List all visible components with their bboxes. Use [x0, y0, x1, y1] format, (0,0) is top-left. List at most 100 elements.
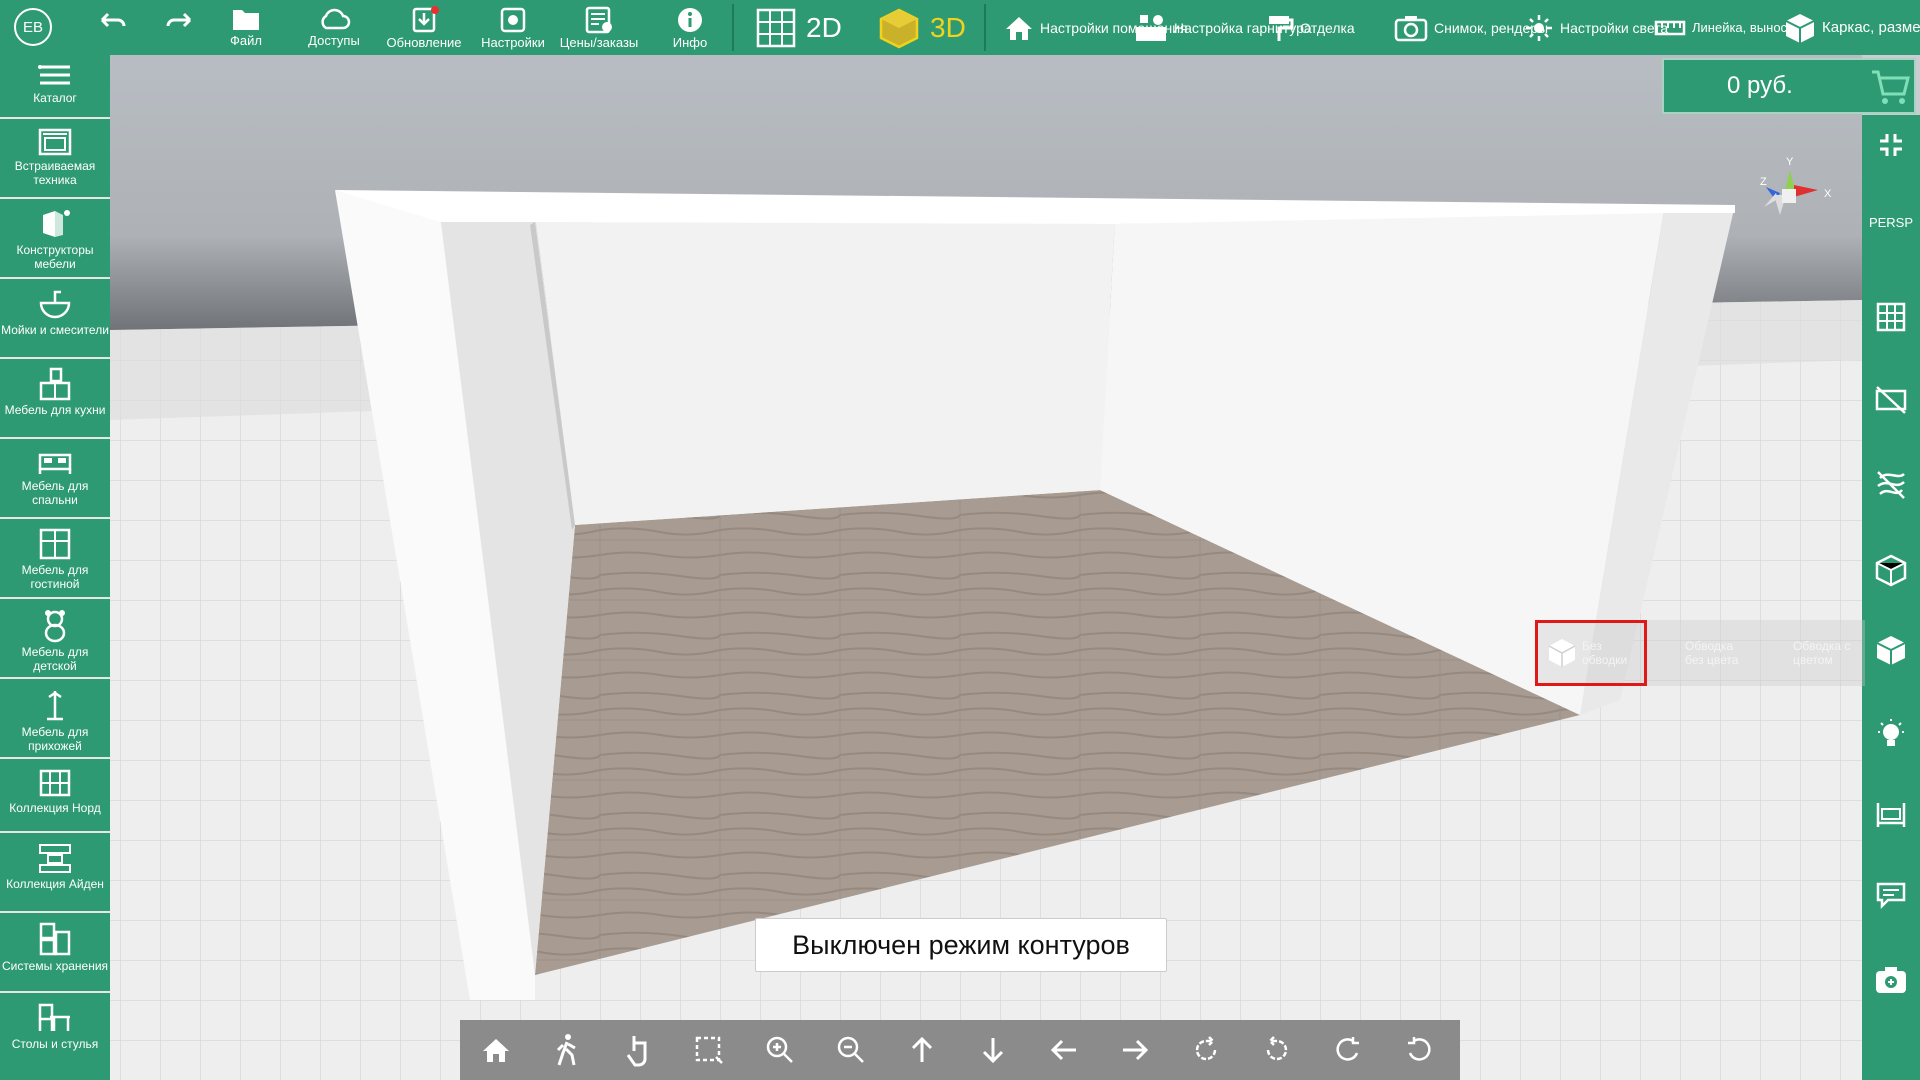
shopping-cart-icon — [1872, 70, 1910, 104]
outline-none-option[interactable]: Без обводки — [1535, 620, 1647, 686]
toolbar-divider — [984, 4, 986, 51]
walk-mode-button[interactable] — [531, 1020, 602, 1080]
box-select-button[interactable] — [673, 1020, 744, 1080]
zoom-out-button[interactable] — [815, 1020, 886, 1080]
redo-icon — [166, 12, 192, 28]
tilt-up-button[interactable] — [1312, 1020, 1383, 1080]
tilt-down-button[interactable] — [1383, 1020, 1454, 1080]
home-view-button[interactable] — [460, 1020, 531, 1080]
hand-pointer-icon — [626, 1036, 646, 1067]
teddy-bear-icon — [44, 610, 66, 643]
sidebar-item-furniture-builders[interactable]: Конструкторы мебели — [0, 201, 110, 279]
pan-hand-button[interactable] — [602, 1020, 673, 1080]
screenshot-button[interactable] — [1862, 950, 1920, 1010]
wireframe-toggle-button[interactable] — [1862, 540, 1920, 600]
move-down-button[interactable] — [957, 1020, 1028, 1080]
wardrobe-icon — [39, 528, 71, 560]
top-toolbar: EB Файл Доступы Обновление Настройки Цен… — [0, 0, 1920, 55]
status-toast: Выключен режим контуров — [755, 918, 1167, 972]
info-button[interactable]: Инфо — [668, 0, 712, 55]
sidebar-item-label: Столы и стулья — [11, 1037, 99, 1051]
sidebar-item-tables-chairs[interactable]: Столы и стулья — [0, 995, 110, 1080]
outline-no-color-option[interactable]: Обводка без цвета — [1685, 620, 1775, 686]
frame-dimensions-button[interactable]: Каркас, размеры — [1784, 0, 1920, 55]
textures-toggle-button[interactable] — [1862, 455, 1920, 515]
move-right-button[interactable] — [1099, 1020, 1170, 1080]
dashed-select-icon — [695, 1036, 723, 1064]
collapse-view-button[interactable] — [1862, 115, 1920, 175]
measure-sofa-icon — [1876, 803, 1906, 827]
rotate-clockwise-icon — [1195, 1036, 1216, 1061]
outline-mode-button[interactable] — [1862, 620, 1920, 680]
hide-wall-icon — [1875, 386, 1907, 414]
sidebar-item-label: Коллекция Айден — [6, 877, 104, 891]
sidebar-item-appliances[interactable]: Встраиваемая техника — [0, 121, 110, 199]
dimensions-toggle-button[interactable] — [1862, 785, 1920, 845]
sidebar-item-living-room-furniture[interactable]: Мебель для гостиной — [0, 521, 110, 599]
move-up-button[interactable] — [886, 1020, 957, 1080]
gizmo-z-label: Z — [1760, 176, 1767, 188]
access-label: Доступы — [308, 33, 360, 48]
access-button[interactable]: Доступы — [298, 0, 370, 55]
furniture-settings-button[interactable]: Настройка гарнитура — [1134, 0, 1312, 55]
outline-with-color-label: Обводка с цветом — [1793, 639, 1851, 667]
sidebar-item-hallway-furniture[interactable]: Мебель для прихожей — [0, 681, 110, 759]
rotate-cw-button[interactable] — [1170, 1020, 1241, 1080]
light-settings-button[interactable]: Настройки света — [1524, 0, 1669, 55]
sidebar-item-kids-furniture[interactable]: Мебель для детской — [0, 601, 110, 679]
update-button[interactable]: Обновление — [382, 0, 466, 55]
zoom-out-icon — [837, 1036, 864, 1063]
user-avatar[interactable]: EB — [14, 8, 52, 46]
outline-with-color-option[interactable]: Обводка с цветом — [1793, 620, 1863, 686]
axis-gizmo[interactable]: Y X Z — [1720, 135, 1840, 255]
light-settings-label: Настройки света — [1560, 19, 1669, 36]
snapshot-renders-button[interactable]: Снимок, рендеры — [1394, 0, 1548, 55]
table-chair-icon — [38, 1003, 70, 1031]
list-menu-icon — [38, 65, 70, 85]
zoom-in-button[interactable] — [744, 1020, 815, 1080]
sidebar-item-sinks[interactable]: Мойки и смесители — [0, 281, 110, 359]
storage-shelves-icon — [39, 922, 71, 956]
lighting-toggle-button[interactable] — [1862, 705, 1920, 765]
sidebar-item-label: Мойки и смесители — [1, 323, 109, 337]
sidebar-item-kitchen-furniture[interactable]: Мебель для кухни — [0, 361, 110, 439]
hide-walls-button[interactable] — [1862, 370, 1920, 430]
finishing-button[interactable]: Отделка — [1266, 0, 1355, 55]
persp-label: PERSP — [1868, 214, 1914, 230]
sidebar-item-bedroom-furniture[interactable]: Мебель для спальни — [0, 441, 110, 519]
prices-label: Цены/заказы — [559, 35, 639, 50]
mode-2d-button[interactable]: 2D — [756, 0, 842, 55]
file-button[interactable]: Файл — [220, 0, 272, 55]
box-frame-icon — [1785, 13, 1815, 43]
sidebar-item-aiden-collection[interactable]: Коллекция Айден — [0, 835, 110, 913]
solid-cube-icon — [1876, 636, 1906, 665]
sidebar-item-nord-collection[interactable]: Коллекция Норд — [0, 761, 110, 833]
rotate-ccw-button[interactable] — [1241, 1020, 1312, 1080]
ruler-icon — [1654, 20, 1686, 35]
room-settings-button[interactable]: Настройки помещения — [1004, 0, 1188, 55]
cube-3d-icon — [879, 8, 919, 48]
arrow-right-icon — [1122, 1039, 1148, 1061]
paint-roller-icon — [1269, 15, 1294, 41]
move-left-button[interactable] — [1028, 1020, 1099, 1080]
settings-button[interactable]: Настройки — [476, 0, 550, 55]
mode-3d-button[interactable]: 3D — [878, 0, 966, 55]
prices-orders-button[interactable]: Цены/заказы — [554, 0, 644, 55]
cloud-icon — [321, 8, 351, 30]
grid-toggle-button[interactable] — [1862, 287, 1920, 347]
comments-toggle-button[interactable] — [1862, 865, 1920, 925]
redo-button[interactable] — [160, 0, 200, 55]
cart-price-box[interactable]: 0 руб. — [1662, 58, 1916, 114]
perspective-toggle[interactable]: PERSP — [1862, 207, 1920, 237]
outline-no-color-label: Обводка без цвета — [1685, 639, 1739, 667]
light-sun-icon — [1526, 14, 1552, 41]
sidebar-item-storage-systems[interactable]: Системы хранения — [0, 915, 110, 993]
ruler-callouts-button[interactable]: Линейка, выноски — [1654, 0, 1800, 55]
arrow-left-icon — [1050, 1039, 1076, 1061]
texture-off-icon — [1877, 471, 1905, 499]
camera-add-icon — [1876, 967, 1906, 993]
light-bulb-icon — [1878, 719, 1904, 746]
update-label: Обновление — [386, 35, 462, 50]
sidebar-item-catalog[interactable]: Каталог — [0, 55, 110, 119]
undo-button[interactable] — [92, 0, 132, 55]
